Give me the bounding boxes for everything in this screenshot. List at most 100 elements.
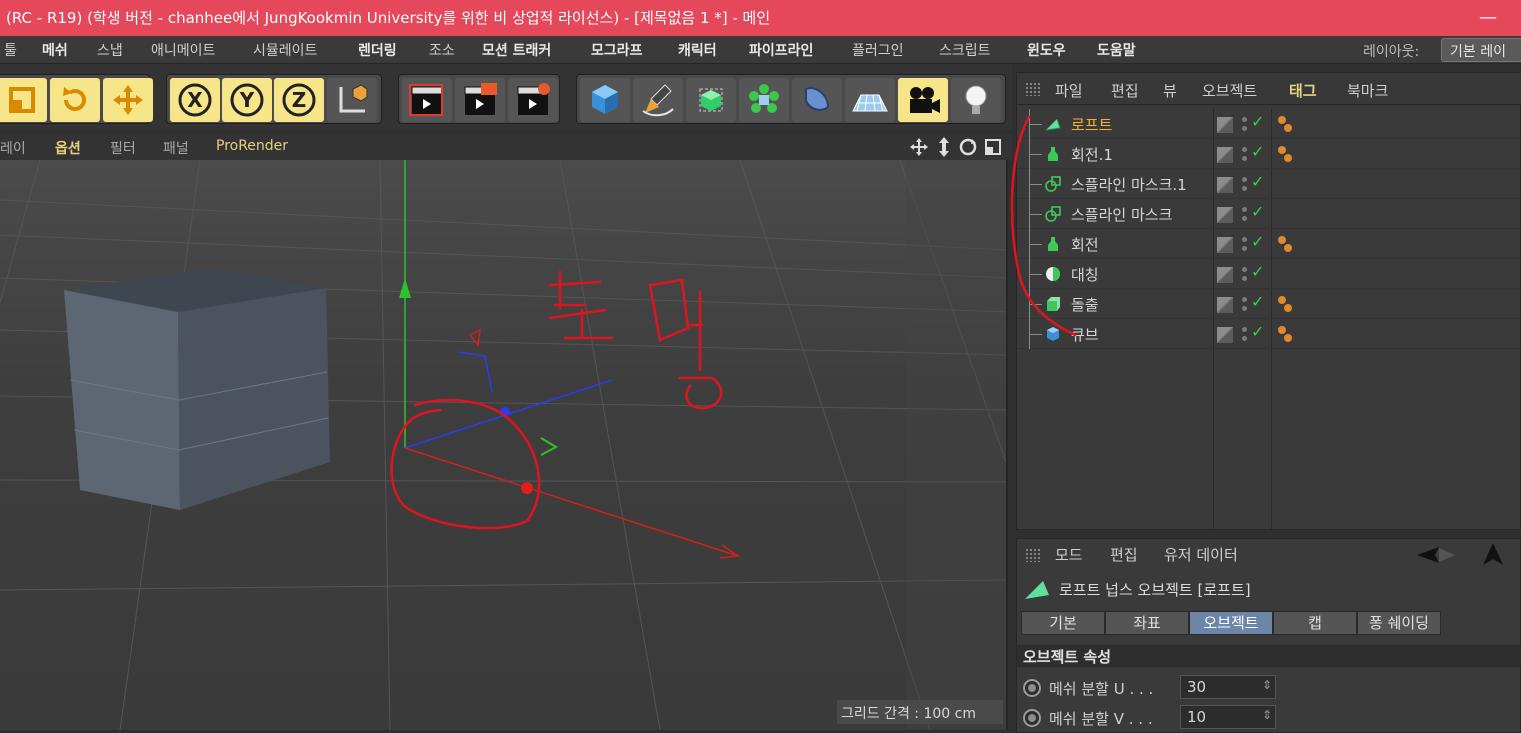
floor-icon[interactable] (845, 78, 895, 122)
scale-icon[interactable] (0, 78, 47, 122)
light-icon[interactable] (951, 78, 1001, 122)
phong-tag-icon[interactable] (1277, 144, 1293, 164)
minimize-button[interactable]: — (1479, 0, 1497, 36)
menu-tools[interactable]: 툴 (4, 40, 17, 60)
menu-animate[interactable]: 애니메이트 (151, 40, 215, 60)
deformer-icon[interactable] (792, 78, 842, 122)
maximize-view-icon[interactable] (985, 139, 1001, 155)
subdivision-icon[interactable] (686, 78, 736, 122)
enabled-check[interactable]: ✓ (1251, 292, 1264, 311)
array-icon[interactable] (739, 78, 789, 122)
layer-icon[interactable] (1217, 207, 1233, 223)
hand-annotation (390, 270, 723, 530)
menu-help[interactable]: 도움말 (1097, 40, 1136, 60)
phong-tag-icon[interactable] (1277, 234, 1293, 254)
layout-select[interactable]: 기본 레이 (1441, 38, 1521, 62)
enabled-check[interactable]: ✓ (1251, 262, 1264, 281)
orbit-icon[interactable] (959, 138, 977, 156)
menu-mesh[interactable]: 메쉬 (42, 40, 68, 60)
om-menu-view[interactable]: 뷰 (1163, 80, 1177, 101)
enabled-check[interactable]: ✓ (1251, 322, 1264, 341)
tab-basic[interactable]: 기본 (1021, 611, 1105, 635)
menu-sculpt[interactable]: 조소 (429, 40, 455, 60)
svg-text:X: X (187, 88, 203, 112)
annotation-text: 투명 (547, 346, 549, 349)
mesh-subdivision-v-field[interactable]: 10 (1180, 705, 1276, 729)
viewport-menu-panel[interactable]: 패널 (163, 138, 189, 158)
enabled-check[interactable]: ✓ (1251, 232, 1264, 251)
menu-script[interactable]: 스크립트 (939, 40, 991, 60)
viewport-menu-prorender[interactable]: ProRender (216, 138, 288, 154)
om-menu-bookmarks[interactable]: 북마크 (1347, 80, 1388, 101)
layer-icon[interactable] (1217, 117, 1233, 133)
visibility-dots[interactable] (1241, 205, 1249, 223)
phong-tag-icon[interactable] (1277, 114, 1293, 134)
animate-radio[interactable] (1023, 709, 1041, 727)
tab-phong[interactable]: 퐁 쉐이딩 (1357, 611, 1441, 635)
viewport-menu-options[interactable]: 옵션 (55, 138, 81, 158)
layer-icon[interactable] (1217, 177, 1233, 193)
viewport-menu-filter[interactable]: 필터 (110, 138, 136, 158)
layer-icon[interactable] (1217, 237, 1233, 253)
layer-icon[interactable] (1217, 297, 1233, 313)
visibility-dots[interactable] (1241, 235, 1249, 253)
visibility-dots[interactable] (1241, 145, 1249, 163)
menu-snap[interactable]: 스냅 (97, 40, 123, 60)
render-settings-icon[interactable] (508, 78, 558, 122)
tab-caps[interactable]: 캡 (1273, 611, 1357, 635)
om-menu-file[interactable]: 파일 (1055, 80, 1083, 101)
phong-tag-icon[interactable] (1277, 294, 1293, 314)
visibility-dots[interactable] (1241, 175, 1249, 193)
tab-object[interactable]: 오브젝트 (1189, 611, 1273, 635)
enabled-check[interactable]: ✓ (1251, 172, 1264, 191)
y-axis-icon[interactable]: Y (222, 78, 272, 122)
am-menu-mode[interactable]: 모드 (1055, 544, 1083, 565)
visibility-dots[interactable] (1241, 325, 1249, 343)
am-menu-user-data[interactable]: 유저 데이터 (1164, 544, 1238, 565)
menu-window[interactable]: 윈도우 (1027, 40, 1066, 60)
render-view-icon[interactable] (402, 78, 452, 122)
menu-pipeline[interactable]: 파이프라인 (749, 40, 813, 60)
om-menu-tags[interactable]: 태그 (1289, 80, 1317, 101)
menu-plugins[interactable]: 플러그인 (852, 40, 904, 60)
viewport-3d[interactable]: 투명 (0, 160, 1008, 730)
animate-radio[interactable] (1023, 679, 1041, 697)
enabled-check[interactable]: ✓ (1251, 202, 1264, 221)
menu-mograph[interactable]: 모그라프 (591, 40, 643, 60)
visibility-dots[interactable] (1241, 265, 1249, 283)
viewport-menu-display[interactable]: 레이 (0, 138, 26, 158)
layer-icon[interactable] (1217, 147, 1233, 163)
camera-icon[interactable] (898, 78, 948, 122)
back-arrow-icon[interactable] (1417, 547, 1455, 563)
z-axis-icon[interactable]: Z (274, 78, 324, 122)
coordinate-system-icon[interactable] (327, 78, 377, 122)
menu-simulate[interactable]: 시뮬레이트 (253, 40, 317, 60)
menu-motion-tracker[interactable]: 모션 트래커 (482, 40, 551, 60)
phong-tag-icon[interactable] (1277, 324, 1293, 344)
menu-render[interactable]: 렌더링 (358, 40, 397, 60)
render-picture-viewer-icon[interactable] (455, 78, 505, 122)
move-icon[interactable] (103, 78, 153, 122)
om-menu-object[interactable]: 오브젝트 (1202, 80, 1257, 101)
enabled-check[interactable]: ✓ (1251, 142, 1264, 161)
om-menu-edit[interactable]: 편집 (1111, 80, 1139, 101)
layer-icon[interactable] (1217, 327, 1233, 343)
dolly-icon[interactable] (939, 137, 949, 157)
pen-icon[interactable] (633, 78, 683, 122)
cube-object[interactable] (64, 268, 330, 510)
grip-icon[interactable] (1025, 82, 1041, 96)
visibility-dots[interactable] (1241, 295, 1249, 313)
menu-character[interactable]: 캐릭터 (678, 40, 717, 60)
am-menu-edit[interactable]: 편집 (1110, 544, 1138, 565)
pan-icon[interactable] (910, 138, 928, 156)
tab-coord[interactable]: 좌표 (1105, 611, 1189, 635)
mesh-subdivision-u-field[interactable]: 30 (1180, 675, 1276, 699)
x-axis-icon[interactable]: X (170, 78, 220, 122)
rotate-icon[interactable] (50, 78, 100, 122)
enabled-check[interactable]: ✓ (1251, 112, 1264, 131)
grip-icon[interactable] (1025, 548, 1041, 562)
layer-icon[interactable] (1217, 267, 1233, 283)
cube-icon[interactable] (580, 78, 630, 122)
up-arrow-icon[interactable] (1483, 543, 1503, 565)
visibility-dots[interactable] (1241, 115, 1249, 133)
